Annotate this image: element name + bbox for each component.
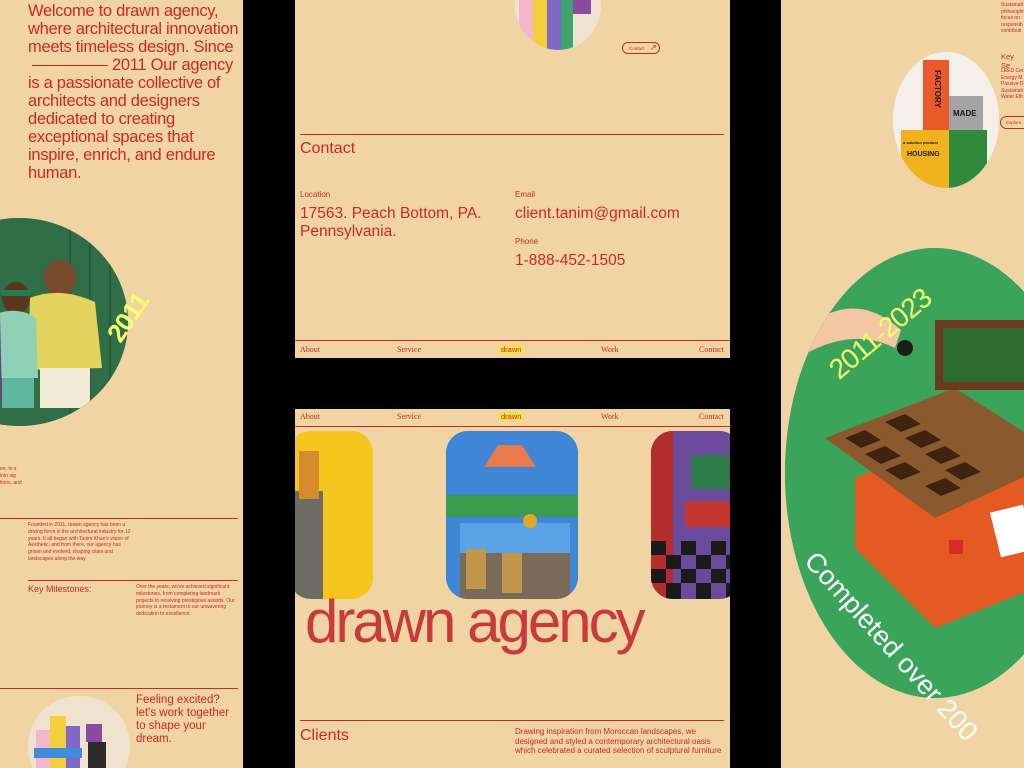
blocks-photo <box>28 696 130 768</box>
hero-description: Drawing inspiration from Moroccan landsc… <box>515 727 722 756</box>
email-value[interactable]: client.tanim@gmail.com <box>515 205 680 223</box>
milestones-title: Key Milestones: <box>28 584 92 594</box>
nav-contact[interactable]: Contact <box>699 345 724 354</box>
kitchen-photo <box>446 431 578 599</box>
divider <box>300 720 724 721</box>
nav-contact[interactable]: Contact <box>699 412 724 421</box>
right-tiny-text: Sustainab philosophi focus on responsib … <box>1001 2 1024 34</box>
clients-title: Clients <box>300 727 349 744</box>
bathroom-photo <box>295 431 373 599</box>
checker-room-illustration <box>651 431 730 599</box>
hero-title: drawn agency <box>305 588 646 655</box>
intro-dash <box>32 65 108 67</box>
nav-logo[interactable]: drawn <box>498 412 525 421</box>
hero-panel: About Service drawn Work Contact drawn a… <box>295 409 730 768</box>
founded-text: Founded in 2011, drawn agency has been a… <box>28 522 131 562</box>
nav-work[interactable]: Work <box>601 412 619 421</box>
bottom-nav: About Service drawn Work Contact <box>295 342 730 356</box>
checker-room-photo <box>651 431 730 599</box>
factory-illustration: FACTORY MADE HOUSING a solution product <box>893 52 999 188</box>
nav-about[interactable]: About <box>300 412 320 421</box>
bathroom-illustration <box>295 431 373 599</box>
solution-word: a solution product <box>903 140 939 145</box>
kitchen-illustration <box>446 431 578 599</box>
divider <box>0 518 238 519</box>
nav-service[interactable]: Service <box>397 345 421 354</box>
nav-service[interactable]: Service <box>397 412 421 421</box>
cta-text: Feeling excited? let's work together to … <box>136 694 229 745</box>
blocks-photo-top <box>515 0 601 50</box>
arrow-icon: ↗ <box>650 43 657 52</box>
location-label: Location <box>300 190 331 199</box>
nav-work[interactable]: Work <box>601 345 619 354</box>
tiny-fragment-text: en, to s into sig tions, and <box>0 466 22 486</box>
divider <box>300 134 724 135</box>
contact-panel: Contact ↗ Contact Location 17563. Peach … <box>295 0 730 358</box>
email-label: Email <box>515 190 536 199</box>
phone-label: Phone <box>515 237 539 246</box>
factory-word: FACTORY <box>933 70 942 108</box>
divider <box>28 580 238 581</box>
contact-title: Contact <box>300 140 356 157</box>
key-services-list: LEED Cer Energy M Passive D Sustainab Wa… <box>1001 68 1024 100</box>
divider <box>295 426 730 427</box>
blocks-illustration-top <box>515 0 601 50</box>
milestones-text: Over the years, we've achieved significa… <box>136 584 235 618</box>
about-panel: Welcome to drawn agency, where architect… <box>0 0 243 768</box>
made-word: MADE <box>953 109 977 118</box>
nav-logo[interactable]: drawn <box>498 345 525 354</box>
phone-value[interactable]: 1-888-452-1505 <box>515 252 625 270</box>
explore-button[interactable]: Explore <box>1000 116 1024 129</box>
divider <box>295 340 730 341</box>
nav-about[interactable]: About <box>300 345 320 354</box>
housing-word: HOUSING <box>907 151 940 158</box>
intro-text: Welcome to drawn agency, where architect… <box>28 2 239 182</box>
location-value: 17563. Peach Bottom, PA. Pennsylvania. <box>300 205 482 240</box>
divider <box>0 688 238 689</box>
blocks-illustration <box>28 696 130 768</box>
top-nav: About Service drawn Work Contact <box>295 409 730 423</box>
factory-photo: FACTORY MADE HOUSING a solution product <box>893 52 999 188</box>
projects-panel: Sustainab philosophi focus on responsib … <box>781 0 1024 768</box>
